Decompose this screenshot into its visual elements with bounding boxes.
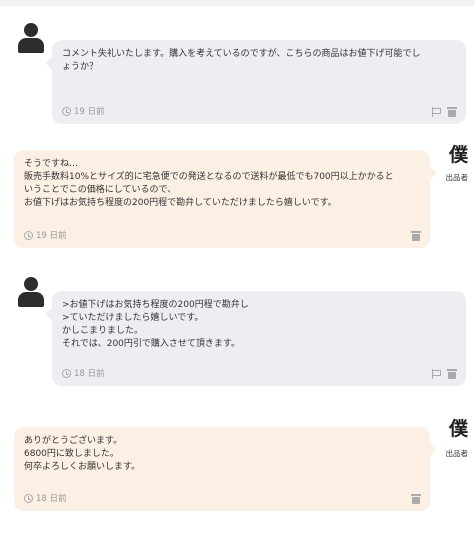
message-text: コメント失礼いたします。購入を考えているのですが、こちらの商品はお値下げ可能でし [62, 49, 421, 59]
message-text: ありがとうございます。 [24, 436, 123, 446]
report-flag-icon[interactable] [431, 369, 441, 379]
message-timestamp: 18 日前 [36, 494, 67, 504]
delete-trash-icon[interactable] [447, 107, 457, 117]
top-divider [0, 0, 474, 6]
report-flag-icon[interactable] [431, 107, 441, 117]
message-text: そうですね… [24, 159, 79, 169]
message-text: いうことでこの価格にしているので、 [24, 185, 177, 195]
seller-badge: 出品者 [445, 173, 469, 182]
message-actions [431, 107, 457, 117]
buyer-avatar-icon[interactable] [18, 23, 44, 53]
message-actions [411, 231, 421, 241]
message-text: 6800円に致しました。 [24, 449, 119, 459]
delete-trash-icon[interactable] [447, 369, 457, 379]
message-actions [431, 369, 457, 379]
delete-trash-icon[interactable] [411, 231, 421, 241]
message-text: お値下げはお気持ち程度の200円程で勘弁していただけましたら嬉しいです。 [24, 198, 337, 208]
message-bubble: そうですね… 販売手数料10%とサイズ的に宅急便での発送となるので送料が最低でも… [14, 150, 437, 248]
message-meta: 18 日前 [62, 367, 105, 379]
message-text: それでは、200円引で購入させて頂きます。 [62, 339, 241, 349]
seller-name[interactable]: 僕 [449, 414, 468, 441]
buyer-avatar-icon[interactable] [18, 277, 44, 307]
message-meta: 19 日前 [62, 105, 105, 117]
message-actions [411, 494, 421, 504]
message-text: ょうか？ [62, 62, 99, 72]
message-text: 販売手数料10%とサイズ的に宅急便での発送となるので送料が最低でも700円以上か… [24, 172, 394, 182]
message-text: かしこまりました。 [62, 326, 144, 336]
message-timestamp: 18 日前 [74, 369, 105, 379]
delete-trash-icon[interactable] [411, 494, 421, 504]
message-meta: 19 日前 [24, 229, 67, 241]
message-text: >お値下げはお気持ち程度の200円程で勘弁し [62, 300, 249, 310]
message-timestamp: 19 日前 [74, 107, 105, 117]
message-timestamp: 19 日前 [36, 231, 67, 241]
clock-icon [24, 493, 33, 503]
message-text: 何卒よろしくお願いします。 [24, 462, 141, 472]
message-meta: 18 日前 [24, 492, 67, 504]
message-bubble: >お値下げはお気持ち程度の200円程で勘弁し >ていただけましたら嬉しいです。 … [45, 291, 466, 386]
clock-icon [24, 230, 33, 240]
seller-name[interactable]: 僕 [449, 140, 468, 167]
clock-icon [62, 106, 71, 116]
message-bubble: ありがとうございます。 6800円に致しました。 何卒よろしくお願いします。 1… [14, 427, 437, 511]
seller-badge: 出品者 [445, 449, 469, 458]
clock-icon [62, 368, 71, 378]
message-bubble: コメント失礼いたします。購入を考えているのですが、こちらの商品はお値下げ可能でし… [45, 40, 466, 124]
message-text: >ていただけましたら嬉しいです。 [62, 313, 204, 323]
